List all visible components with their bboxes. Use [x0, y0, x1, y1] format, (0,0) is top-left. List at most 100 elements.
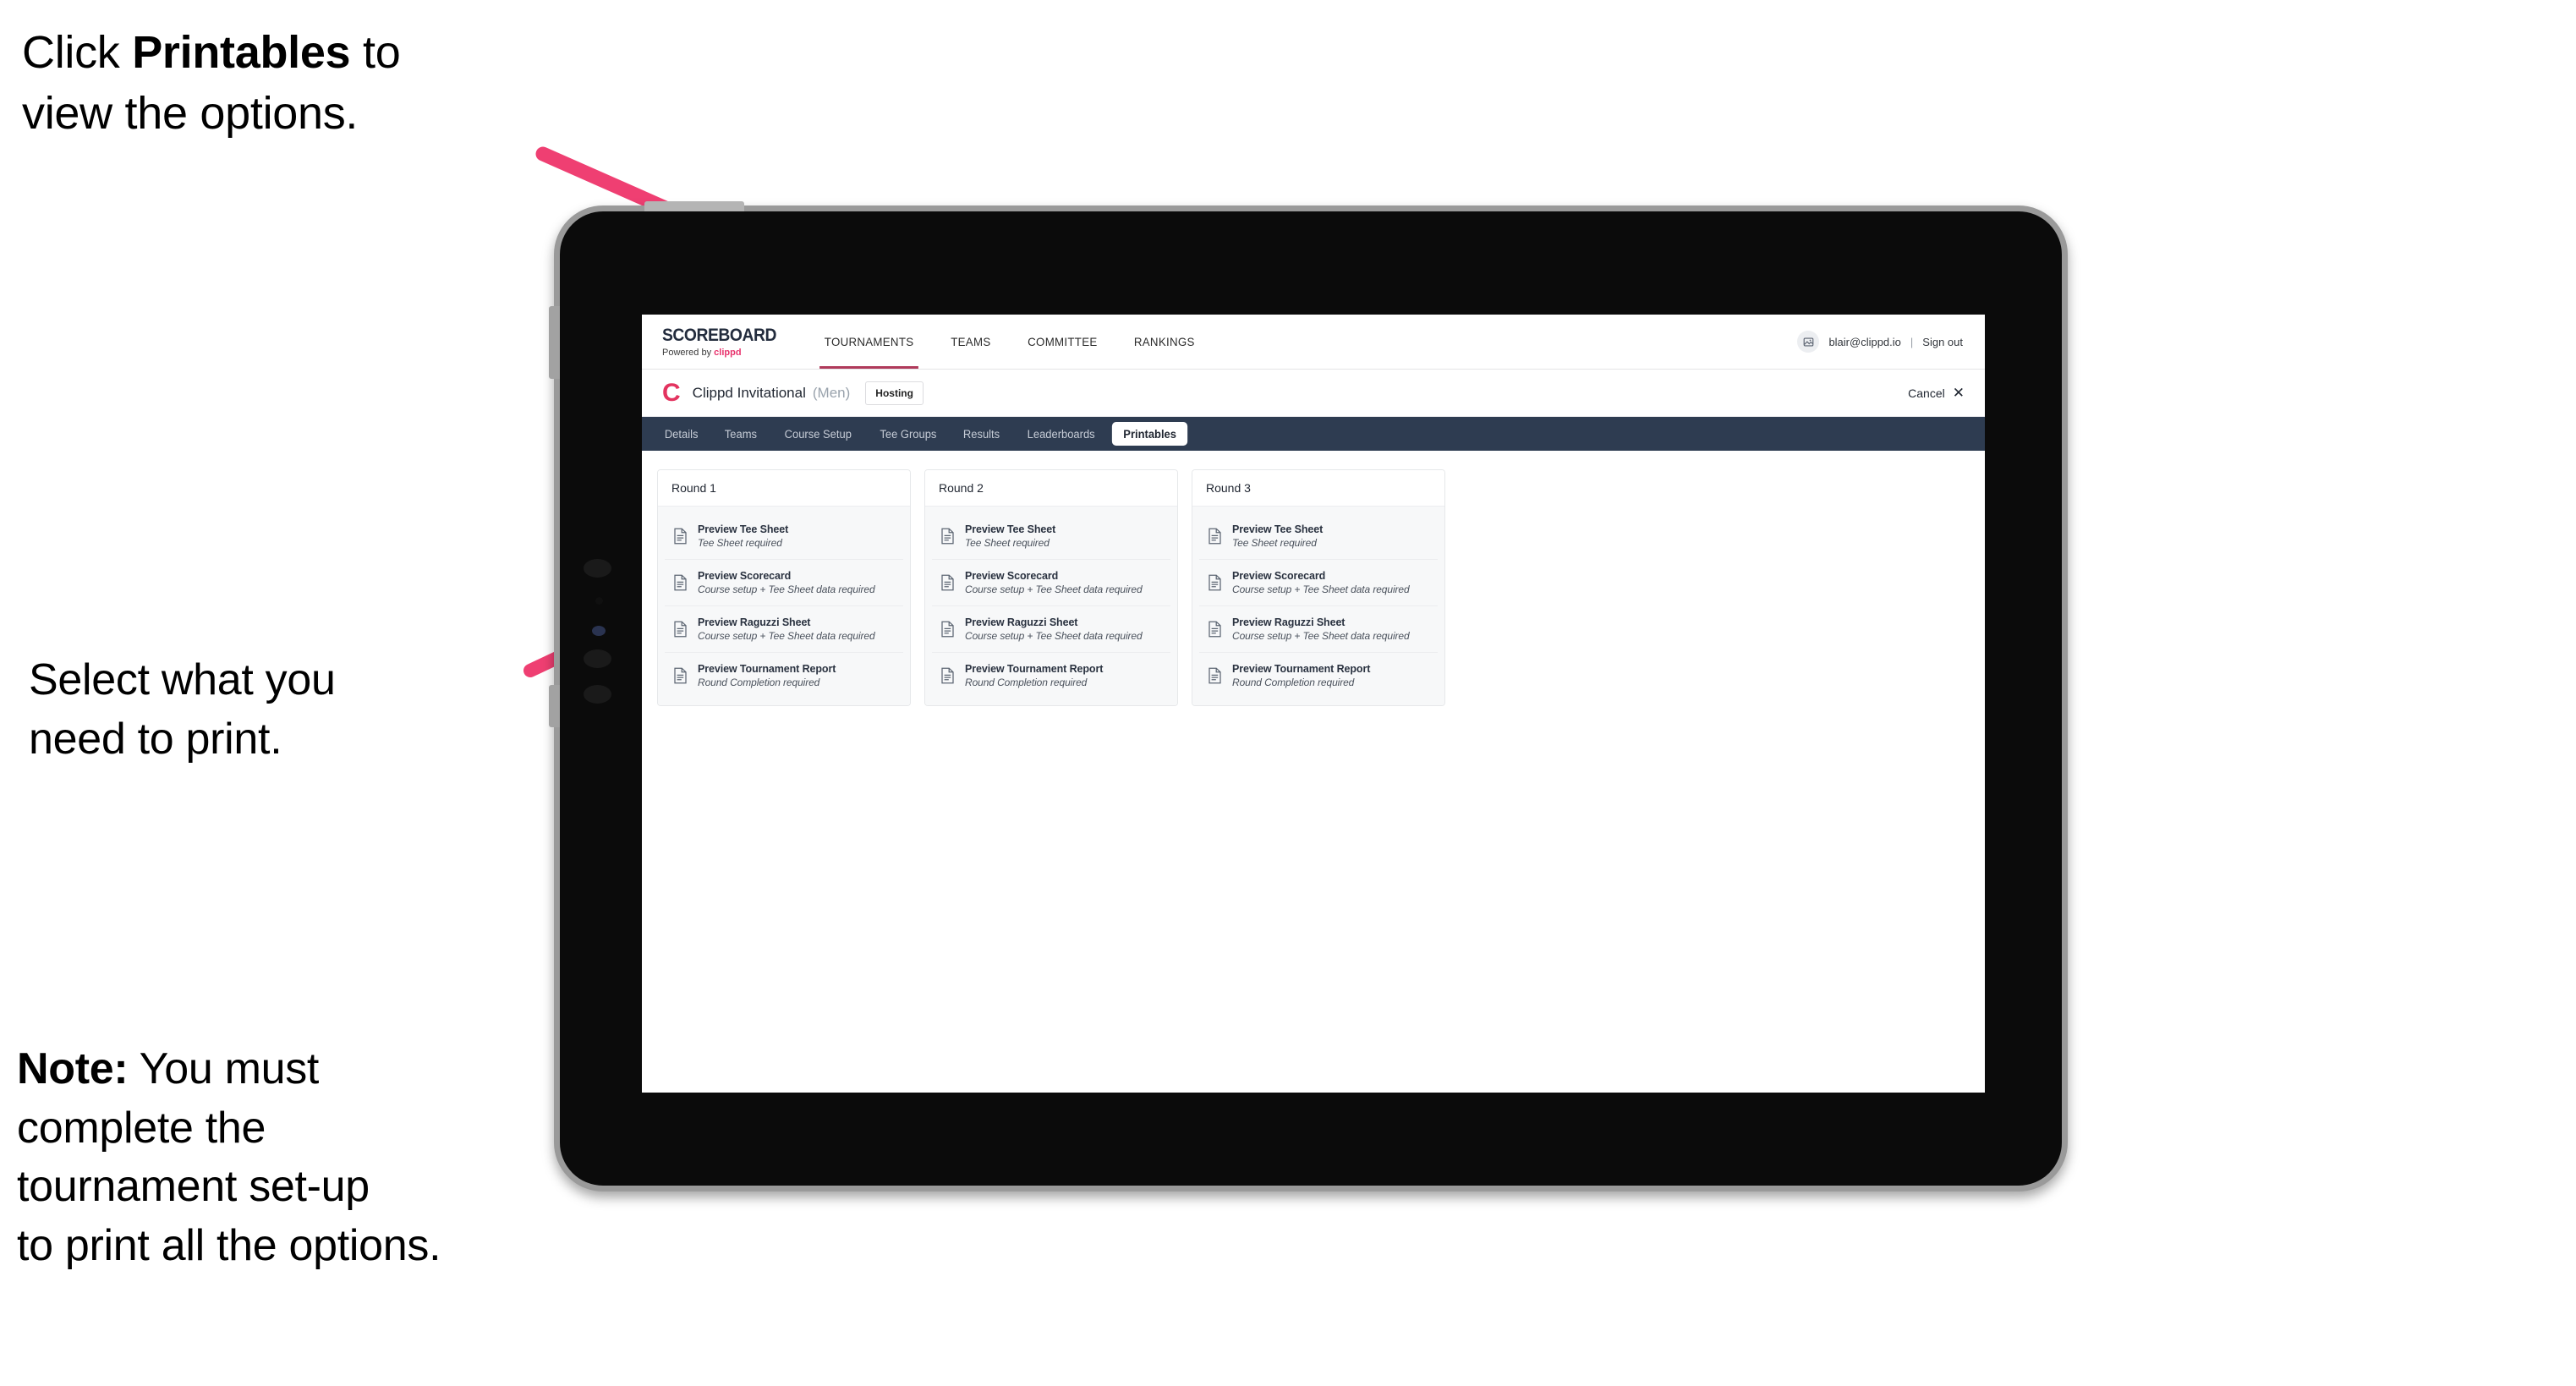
printable-requirement: Course setup + Tee Sheet data required: [965, 630, 1143, 642]
tablet-speaker-grill: [584, 559, 611, 578]
printable-item[interactable]: Preview Tee Sheet Tee Sheet required: [1199, 513, 1438, 560]
printable-title: Preview Scorecard: [965, 570, 1059, 582]
printable-texts: Preview Tee Sheet Tee Sheet required: [1232, 523, 1323, 549]
document-icon: [1208, 528, 1222, 545]
page-root: Click Printables to view the options. Se…: [0, 0, 2576, 1386]
printable-requirement: Course setup + Tee Sheet data required: [698, 583, 875, 595]
cancel-button[interactable]: Cancel ✕: [1908, 386, 1965, 400]
printable-item[interactable]: Preview Scorecard Course setup + Tee She…: [932, 560, 1170, 606]
callout-click-printables: Click Printables to view the options.: [22, 22, 580, 145]
tournament-tab-bar: Details Teams Course Setup Tee Groups Re…: [642, 417, 1985, 451]
round-column: Round 3 Preview Tee Sheet Tee Sheet requ…: [1192, 469, 1445, 706]
close-x-icon: ✕: [1952, 385, 1965, 401]
tab-teams[interactable]: Teams: [714, 417, 769, 451]
tab-printables[interactable]: Printables: [1111, 422, 1188, 446]
sign-out-button[interactable]: Sign out: [1922, 336, 1963, 348]
tablet-volume-down-button[interactable]: [549, 685, 560, 727]
nav-item-committee[interactable]: COMMITTEE: [1011, 315, 1113, 369]
printable-requirement: Round Completion required: [698, 677, 820, 688]
printable-item[interactable]: Preview Tee Sheet Tee Sheet required: [932, 513, 1170, 560]
nav-item-rankings-label: RANKINGS: [1134, 335, 1195, 348]
printable-item[interactable]: Preview Raguzzi Sheet Course setup + Tee…: [665, 606, 903, 653]
callout-select-print: Select what you need to print.: [29, 655, 336, 764]
tab-tee-groups[interactable]: Tee Groups: [869, 417, 948, 451]
round-items-list: Preview Tee Sheet Tee Sheet required Pre…: [658, 507, 910, 705]
nav-item-tournaments-label: TOURNAMENTS: [824, 335, 914, 348]
tab-details[interactable]: Details: [653, 417, 709, 451]
printable-requirement: Course setup + Tee Sheet data required: [1232, 630, 1410, 642]
tablet-volume-up-button[interactable]: [549, 306, 560, 379]
printable-item[interactable]: Preview Tournament Report Round Completi…: [1199, 653, 1438, 698]
topnav-spacer: [1214, 315, 1798, 369]
printable-title: Preview Tee Sheet: [1232, 523, 1324, 535]
printable-requirement: Course setup + Tee Sheet data required: [698, 630, 875, 642]
printable-requirement: Course setup + Tee Sheet data required: [1232, 583, 1410, 595]
round-column: Round 2 Preview Tee Sheet Tee Sheet requ…: [924, 469, 1178, 706]
nav-item-teams-label: TEAMS: [951, 335, 991, 348]
printable-texts: Preview Scorecard Course setup + Tee She…: [965, 570, 1143, 595]
document-icon: [940, 574, 955, 591]
printable-texts: Preview Tournament Report Round Completi…: [1232, 663, 1370, 688]
printable-requirement: Tee Sheet required: [965, 537, 1050, 549]
printable-item[interactable]: Preview Tournament Report Round Completi…: [932, 653, 1170, 698]
printable-title: Preview Raguzzi Sheet: [698, 616, 811, 628]
printable-title: Preview Scorecard: [1232, 570, 1326, 582]
top-navigation-bar: SCOREBOARD Powered by clippd TOURNAMENTS…: [642, 315, 1985, 370]
hosting-status-badge: Hosting: [865, 381, 924, 405]
nav-item-tournaments[interactable]: TOURNAMENTS: [808, 315, 929, 369]
printable-item[interactable]: Preview Tournament Report Round Completi…: [665, 653, 903, 698]
round-title: Round 1: [658, 470, 910, 507]
document-icon: [1208, 574, 1222, 591]
document-icon: [940, 667, 955, 684]
tablet-speaker-grill-3: [584, 685, 611, 704]
document-icon: [673, 574, 688, 591]
printable-texts: Preview Tournament Report Round Completi…: [965, 663, 1103, 688]
printable-item[interactable]: Preview Raguzzi Sheet Course setup + Tee…: [932, 606, 1170, 653]
nav-item-rankings[interactable]: RANKINGS: [1118, 315, 1211, 369]
round-items-list: Preview Tee Sheet Tee Sheet required Pre…: [925, 507, 1177, 705]
user-avatar-icon[interactable]: [1797, 331, 1820, 353]
tab-leaderboards[interactable]: Leaderboards: [1017, 417, 1107, 451]
printable-requirement: Course setup + Tee Sheet data required: [965, 583, 1143, 595]
nav-item-committee-label: COMMITTEE: [1027, 335, 1098, 348]
printable-item[interactable]: Preview Raguzzi Sheet Course setup + Tee…: [1199, 606, 1438, 653]
printable-requirement: Round Completion required: [965, 677, 1088, 688]
brand-subtitle: Powered by clippd: [662, 348, 787, 358]
printable-texts: Preview Scorecard Course setup + Tee She…: [698, 570, 875, 595]
brand-sub-prefix: Powered by: [662, 348, 715, 358]
tab-leaderboards-label: Leaderboards: [1028, 427, 1096, 441]
tab-teams-label: Teams: [725, 427, 758, 441]
document-icon: [1208, 621, 1222, 638]
scoreboard-logo[interactable]: SCOREBOARD Powered by clippd: [642, 315, 805, 369]
tab-course-setup[interactable]: Course Setup: [773, 417, 863, 451]
printable-item[interactable]: Preview Tee Sheet Tee Sheet required: [665, 513, 903, 560]
topnav-user-area: blair@clippd.io | Sign out: [1797, 315, 1985, 369]
tournament-gender: (Men): [812, 384, 851, 401]
tab-results[interactable]: Results: [952, 417, 1011, 451]
tab-printables-label: Printables: [1123, 427, 1176, 441]
printable-texts: Preview Raguzzi Sheet Course setup + Tee…: [965, 616, 1143, 642]
callout-1-bold: Printables: [132, 27, 351, 78]
nav-item-teams[interactable]: TEAMS: [934, 315, 1006, 369]
document-icon: [673, 667, 688, 684]
tab-details-label: Details: [664, 427, 699, 441]
callout-3-bold: Note:: [17, 1044, 129, 1093]
round-column: Round 1 Preview Tee Sheet Tee Sheet requ…: [657, 469, 911, 706]
printable-item[interactable]: Preview Scorecard Course setup + Tee She…: [665, 560, 903, 606]
tournament-name: Clippd Invitational: [692, 384, 806, 401]
printable-title: Preview Raguzzi Sheet: [1232, 616, 1346, 628]
printables-content: Round 1 Preview Tee Sheet Tee Sheet requ…: [642, 451, 1985, 725]
app-screen: SCOREBOARD Powered by clippd TOURNAMENTS…: [642, 315, 1985, 1093]
round-items-list: Preview Tee Sheet Tee Sheet required Pre…: [1192, 507, 1444, 705]
tournament-header-bar: C Clippd Invitational (Men) Hosting Canc…: [642, 370, 1985, 417]
tablet-device-frame: SCOREBOARD Powered by clippd TOURNAMENTS…: [549, 201, 2068, 1192]
round-title: Round 2: [925, 470, 1177, 507]
printable-texts: Preview Tee Sheet Tee Sheet required: [698, 523, 788, 549]
printable-item[interactable]: Preview Scorecard Course setup + Tee She…: [1199, 560, 1438, 606]
tablet-sensor-dot: [595, 597, 603, 605]
tablet-power-button[interactable]: [644, 201, 744, 211]
printable-title: Preview Tournament Report: [965, 663, 1104, 675]
tablet-speaker-grill-2: [584, 649, 611, 668]
printable-title: Preview Tournament Report: [1232, 663, 1371, 675]
tab-course-setup-label: Course Setup: [784, 427, 852, 441]
